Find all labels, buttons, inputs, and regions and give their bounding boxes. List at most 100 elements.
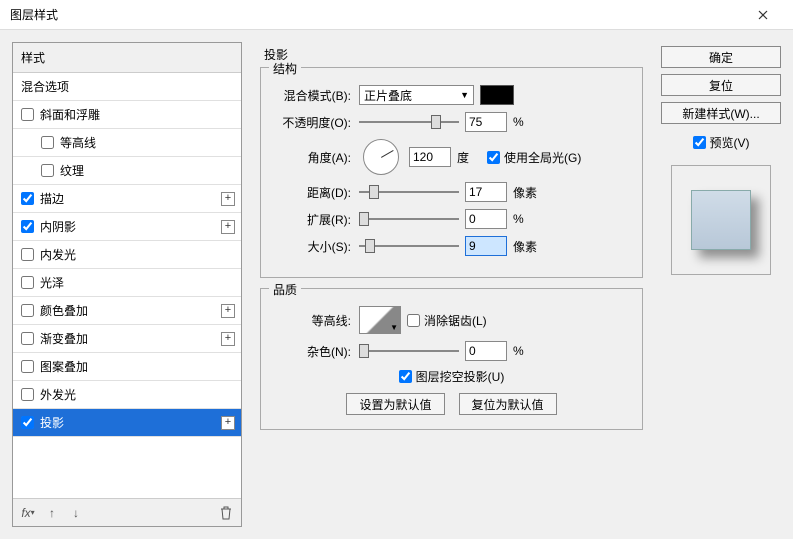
angle-dial[interactable] xyxy=(363,139,399,175)
add-effect-icon[interactable]: + xyxy=(221,192,235,206)
size-slider[interactable] xyxy=(359,238,459,254)
style-checkbox[interactable] xyxy=(21,192,34,205)
angle-input[interactable] xyxy=(409,147,451,167)
style-item-7[interactable]: 光泽 xyxy=(13,269,241,297)
style-list: 混合选项斜面和浮雕等高线纹理描边+内阴影+内发光光泽颜色叠加+渐变叠加+图案叠加… xyxy=(13,73,241,498)
quality-title: 品质 xyxy=(269,281,301,298)
move-down-icon[interactable]: ↓ xyxy=(67,504,85,522)
style-checkbox[interactable] xyxy=(21,248,34,261)
ok-button[interactable]: 确定 xyxy=(661,46,781,68)
size-label: 大小(S): xyxy=(273,238,351,255)
main-content: 样式 混合选项斜面和浮雕等高线纹理描边+内阴影+内发光光泽颜色叠加+渐变叠加+图… xyxy=(0,30,793,539)
cancel-button[interactable]: 复位 xyxy=(661,74,781,96)
style-item-6[interactable]: 内发光 xyxy=(13,241,241,269)
styles-header: 样式 xyxy=(13,43,241,73)
contour-picker[interactable]: ▼ xyxy=(359,306,401,334)
size-input[interactable] xyxy=(465,236,507,256)
close-button[interactable] xyxy=(743,0,783,30)
add-effect-icon[interactable]: + xyxy=(221,220,235,234)
set-default-button[interactable]: 设置为默认值 xyxy=(346,393,444,415)
spread-slider[interactable] xyxy=(359,211,459,227)
preview-box xyxy=(671,165,771,275)
blend-mode-select[interactable]: 正片叠底 ▼ xyxy=(359,85,474,105)
style-item-label: 颜色叠加 xyxy=(40,302,88,319)
opacity-slider[interactable] xyxy=(359,114,459,130)
preview-input[interactable] xyxy=(693,136,706,149)
quality-fieldset: 品质 等高线: ▼ 消除锯齿(L) 杂色(N): % xyxy=(260,288,643,430)
add-effect-icon[interactable]: + xyxy=(221,304,235,318)
style-checkbox[interactable] xyxy=(21,416,34,429)
noise-slider[interactable] xyxy=(359,343,459,359)
style-item-10[interactable]: 图案叠加 xyxy=(13,353,241,381)
style-checkbox[interactable] xyxy=(21,388,34,401)
spread-label: 扩展(R): xyxy=(273,211,351,228)
style-item-1[interactable]: 斜面和浮雕 xyxy=(13,101,241,129)
style-checkbox[interactable] xyxy=(21,332,34,345)
blend-mode-value: 正片叠底 xyxy=(364,87,412,104)
style-checkbox[interactable] xyxy=(21,220,34,233)
styles-footer: fx▾ ↑ ↓ xyxy=(13,498,241,526)
style-item-12[interactable]: 投影 + xyxy=(13,409,241,437)
style-item-label: 内发光 xyxy=(40,246,76,263)
noise-input[interactable] xyxy=(465,341,507,361)
contour-label: 等高线: xyxy=(273,312,351,329)
shadow-color-swatch[interactable] xyxy=(480,85,514,105)
spread-unit: % xyxy=(513,212,537,226)
style-item-label: 图案叠加 xyxy=(40,358,88,375)
preview-swatch xyxy=(691,190,751,250)
style-checkbox[interactable] xyxy=(41,164,54,177)
antialias-input[interactable] xyxy=(407,314,420,327)
style-item-11[interactable]: 外发光 xyxy=(13,381,241,409)
new-style-button[interactable]: 新建样式(W)... xyxy=(661,102,781,124)
angle-unit: 度 xyxy=(457,149,481,166)
distance-input[interactable] xyxy=(465,182,507,202)
knockout-checkbox[interactable]: 图层挖空投影(U) xyxy=(399,368,505,385)
style-checkbox[interactable] xyxy=(41,136,54,149)
blend-mode-label: 混合模式(B): xyxy=(273,87,351,104)
style-checkbox[interactable] xyxy=(21,276,34,289)
chevron-down-icon: ▼ xyxy=(390,323,398,332)
spread-input[interactable] xyxy=(465,209,507,229)
noise-label: 杂色(N): xyxy=(273,343,351,360)
add-effect-icon[interactable]: + xyxy=(221,416,235,430)
style-item-5[interactable]: 内阴影+ xyxy=(13,213,241,241)
opacity-input[interactable] xyxy=(465,112,507,132)
distance-slider[interactable] xyxy=(359,184,459,200)
size-unit: 像素 xyxy=(513,238,537,255)
style-item-label: 斜面和浮雕 xyxy=(40,106,100,123)
structure-title: 结构 xyxy=(269,60,301,77)
reset-default-button[interactable]: 复位为默认值 xyxy=(459,393,557,415)
distance-unit: 像素 xyxy=(513,184,537,201)
opacity-unit: % xyxy=(513,115,537,129)
add-effect-icon[interactable]: + xyxy=(221,332,235,346)
global-light-checkbox[interactable]: 使用全局光(G) xyxy=(487,149,581,166)
style-item-9[interactable]: 渐变叠加+ xyxy=(13,325,241,353)
style-item-label: 外发光 xyxy=(40,386,76,403)
style-item-label: 描边 xyxy=(40,190,64,207)
knockout-label: 图层挖空投影(U) xyxy=(416,368,505,385)
action-panel: 确定 复位 新建样式(W)... 预览(V) xyxy=(661,42,781,527)
global-light-input[interactable] xyxy=(487,151,500,164)
style-checkbox[interactable] xyxy=(21,360,34,373)
style-item-label: 混合选项 xyxy=(21,78,69,95)
structure-fieldset: 结构 混合模式(B): 正片叠底 ▼ 不透明度(O): % 角度( xyxy=(260,67,643,278)
style-checkbox[interactable] xyxy=(21,304,34,317)
style-checkbox[interactable] xyxy=(21,108,34,121)
style-item-4[interactable]: 描边 + xyxy=(13,185,241,213)
style-item-2[interactable]: 等高线 xyxy=(13,129,241,157)
style-item-label: 投影 xyxy=(40,414,64,431)
style-item-3[interactable]: 纹理 xyxy=(13,157,241,185)
style-item-8[interactable]: 颜色叠加 + xyxy=(13,297,241,325)
window-title: 图层样式 xyxy=(10,6,743,23)
chevron-down-icon: ▼ xyxy=(460,90,469,100)
move-up-icon[interactable]: ↑ xyxy=(43,504,61,522)
style-item-0[interactable]: 混合选项 xyxy=(13,73,241,101)
style-item-label: 纹理 xyxy=(60,162,84,179)
distance-label: 距离(D): xyxy=(273,184,351,201)
trash-icon[interactable] xyxy=(217,504,235,522)
fx-menu-icon[interactable]: fx▾ xyxy=(19,504,37,522)
antialias-checkbox[interactable]: 消除锯齿(L) xyxy=(407,312,487,329)
titlebar: 图层样式 xyxy=(0,0,793,30)
preview-checkbox[interactable]: 预览(V) xyxy=(661,134,781,151)
knockout-input[interactable] xyxy=(399,370,412,383)
